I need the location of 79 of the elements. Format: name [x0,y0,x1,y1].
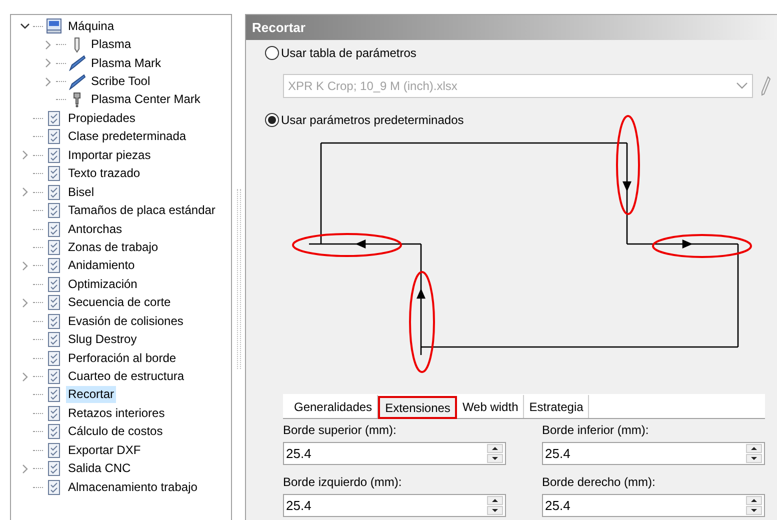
tree-item[interactable]: Propiedades [66,110,138,127]
document-icon [47,166,61,182]
monitor-icon [46,18,62,34]
document-icon [47,222,61,237]
tree-item[interactable]: Texto trazado [66,165,142,182]
expand-chevron-icon[interactable] [21,372,29,382]
document-icon [47,110,61,126]
field-label: Borde superior (mm): [283,422,398,439]
document-icon [47,332,61,348]
tab[interactable]: Web width [457,395,524,418]
torch-icon [72,36,82,53]
field-label: Borde izquierdo (mm): [283,474,403,491]
dropdown-chevron-icon [736,82,748,90]
tree-item[interactable]: Perforación al borde [66,350,178,367]
document-icon [47,129,61,144]
document-icon [47,276,61,292]
expand-chevron-icon[interactable] [21,150,29,160]
tree-item[interactable]: Almacenamiento trabajo [66,478,200,496]
number-spinner[interactable]: 25.4 [283,442,506,465]
expand-chevron-icon[interactable] [21,464,29,474]
document-icon [47,148,61,163]
document-icon [47,350,61,366]
expand-chevron-icon[interactable] [21,260,29,271]
document-icon [47,314,61,329]
tree-item[interactable]: Plasma [89,36,134,54]
expand-chevron-icon[interactable] [21,187,29,198]
document-icon [47,424,61,440]
tree-item[interactable]: Máquina [66,18,116,35]
radio-button[interactable] [265,46,279,60]
number-spinner[interactable]: 25.4 [542,494,765,517]
expand-chevron-icon[interactable] [44,58,52,68]
tree-item[interactable]: Salida CNC [66,460,133,478]
document-icon [47,203,61,218]
number-spinner[interactable]: 25.4 [283,494,506,517]
field-label: Borde inferior (mm): [542,422,650,439]
radio-label: Usar parámetros predeterminados [281,112,464,129]
tree-item[interactable]: Clase predeterminada [66,128,188,146]
document-icon [47,258,61,274]
tree-item[interactable]: Recortar [66,386,116,404]
tab[interactable]: Extensiones [378,396,458,419]
document-icon [47,442,61,458]
tree-item[interactable]: Scribe Tool [89,73,152,90]
document-icon [47,369,61,384]
tree-item[interactable]: Plasma Center Mark [89,91,202,108]
radio-button[interactable] [265,113,279,127]
tree-item[interactable]: Evasión de colisiones [66,312,186,330]
tree-item[interactable]: Slug Destroy [66,331,139,348]
tab[interactable]: Estrategia [524,395,590,418]
tree-item[interactable]: Bisel [66,184,96,201]
document-icon [47,184,61,200]
tree-item[interactable]: Cuarteo de estructura [66,368,186,386]
document-icon [47,461,61,476]
tree-item[interactable]: Tamaños de placa estándar [66,202,218,220]
number-spinner[interactable]: 25.4 [542,442,765,465]
pen-icon [68,55,86,72]
tree-item[interactable]: Exportar DXF [66,442,143,459]
tree-item[interactable]: Optimización [66,276,140,293]
document-icon [47,406,61,421]
tree-item[interactable]: Zonas de trabajo [66,238,160,256]
expand-chevron-icon[interactable] [44,76,52,87]
tree-item[interactable]: Secuencia de corte [66,294,173,312]
tree-item[interactable]: Anidamiento [66,257,137,274]
pen-icon [68,74,86,90]
expand-chevron-icon[interactable] [44,40,52,50]
tree-item[interactable]: Retazos interiores [66,404,167,422]
tree-item[interactable]: Importar piezas [66,146,153,164]
expand-chevron-icon[interactable] [21,298,29,308]
punch-icon [72,92,82,108]
radio-label: Usar tabla de parámetros [281,45,416,62]
tree-item[interactable]: Antorchas [66,220,124,238]
splitter-handle[interactable] [236,189,240,369]
tree-item[interactable]: Cálculo de costos [66,423,165,440]
document-icon [47,480,61,495]
document-icon [47,387,61,402]
document-icon [47,240,61,255]
field-label: Borde derecho (mm): [542,474,656,491]
document-icon [47,295,61,310]
tree-item[interactable]: Plasma Mark [89,54,164,72]
collapse-chevron-icon[interactable] [20,22,30,30]
